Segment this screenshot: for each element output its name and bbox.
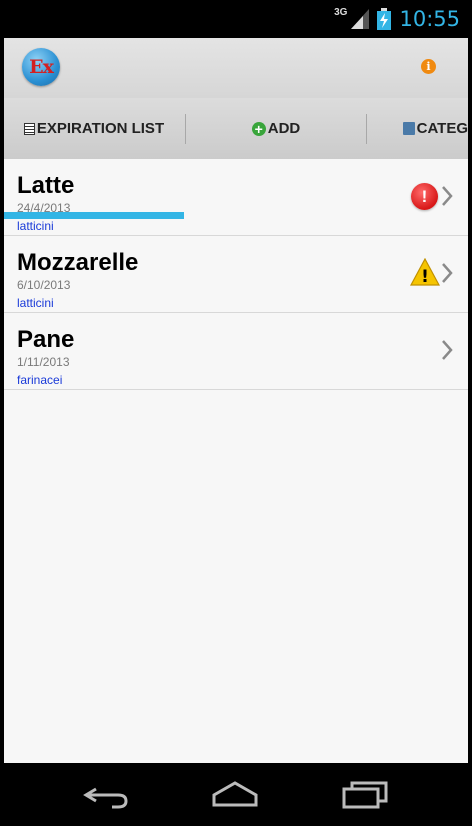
tab-bar: EXPIRATION LIST + ADD CATEG xyxy=(4,98,468,219)
item-date: 1/11/2013 xyxy=(17,355,70,369)
chevron-right-icon xyxy=(442,263,453,283)
app-logo-text: Ex xyxy=(29,56,54,78)
item-name: Latte xyxy=(17,172,75,199)
item-category: latticini xyxy=(17,219,54,233)
recents-icon[interactable] xyxy=(340,777,390,813)
chevron-right-icon xyxy=(442,186,453,206)
expiration-list: Latte 24/4/2013 latticini ! Mozzarelle 6… xyxy=(4,159,468,390)
tab-divider xyxy=(366,114,367,144)
tab-categories-label: CATEG xyxy=(416,120,468,137)
tab-categories[interactable]: CATEG xyxy=(368,98,468,159)
signal-icon xyxy=(351,9,370,29)
tab-add[interactable]: + ADD xyxy=(186,98,366,159)
category-icon xyxy=(403,122,415,135)
tab-add-label: ADD xyxy=(267,120,301,137)
warning-glyph: ! xyxy=(421,267,429,286)
app-logo-icon[interactable]: Ex xyxy=(22,48,60,86)
list-item[interactable]: Latte 24/4/2013 latticini ! xyxy=(4,159,468,236)
item-category: farinacei xyxy=(17,373,63,387)
action-bar: Ex i xyxy=(4,38,468,98)
tab-expiration-list[interactable]: EXPIRATION LIST xyxy=(4,98,184,159)
item-date: 6/10/2013 xyxy=(17,278,71,292)
item-date: 24/4/2013 xyxy=(17,201,71,215)
home-icon[interactable] xyxy=(210,777,260,813)
item-name: Mozzarelle xyxy=(17,249,139,276)
list-icon xyxy=(23,122,35,135)
list-item[interactable]: Mozzarelle 6/10/2013 latticini ! xyxy=(4,236,468,313)
warning-icon: ! xyxy=(410,258,440,286)
item-name: Pane xyxy=(17,326,75,353)
error-icon: ! xyxy=(411,183,438,210)
info-icon[interactable]: i xyxy=(421,59,436,74)
chevron-right-icon xyxy=(442,340,453,360)
battery-charging-icon xyxy=(377,8,392,30)
status-bar: 3G 10:55 xyxy=(0,0,472,38)
network-type-label: 3G xyxy=(334,6,348,18)
navigation-bar xyxy=(0,763,472,826)
tab-expiration-list-label: EXPIRATION LIST xyxy=(36,120,165,137)
back-icon[interactable] xyxy=(82,777,132,813)
app-screen: Ex i EXPIRATION LIST + ADD CATEG Latte 2… xyxy=(4,38,468,763)
add-icon: + xyxy=(251,121,266,136)
clock: 10:55 xyxy=(399,7,460,31)
list-item[interactable]: Pane 1/11/2013 farinacei xyxy=(4,313,468,390)
item-category: latticini xyxy=(17,296,54,310)
status-icons: 3G 10:55 xyxy=(334,6,460,32)
